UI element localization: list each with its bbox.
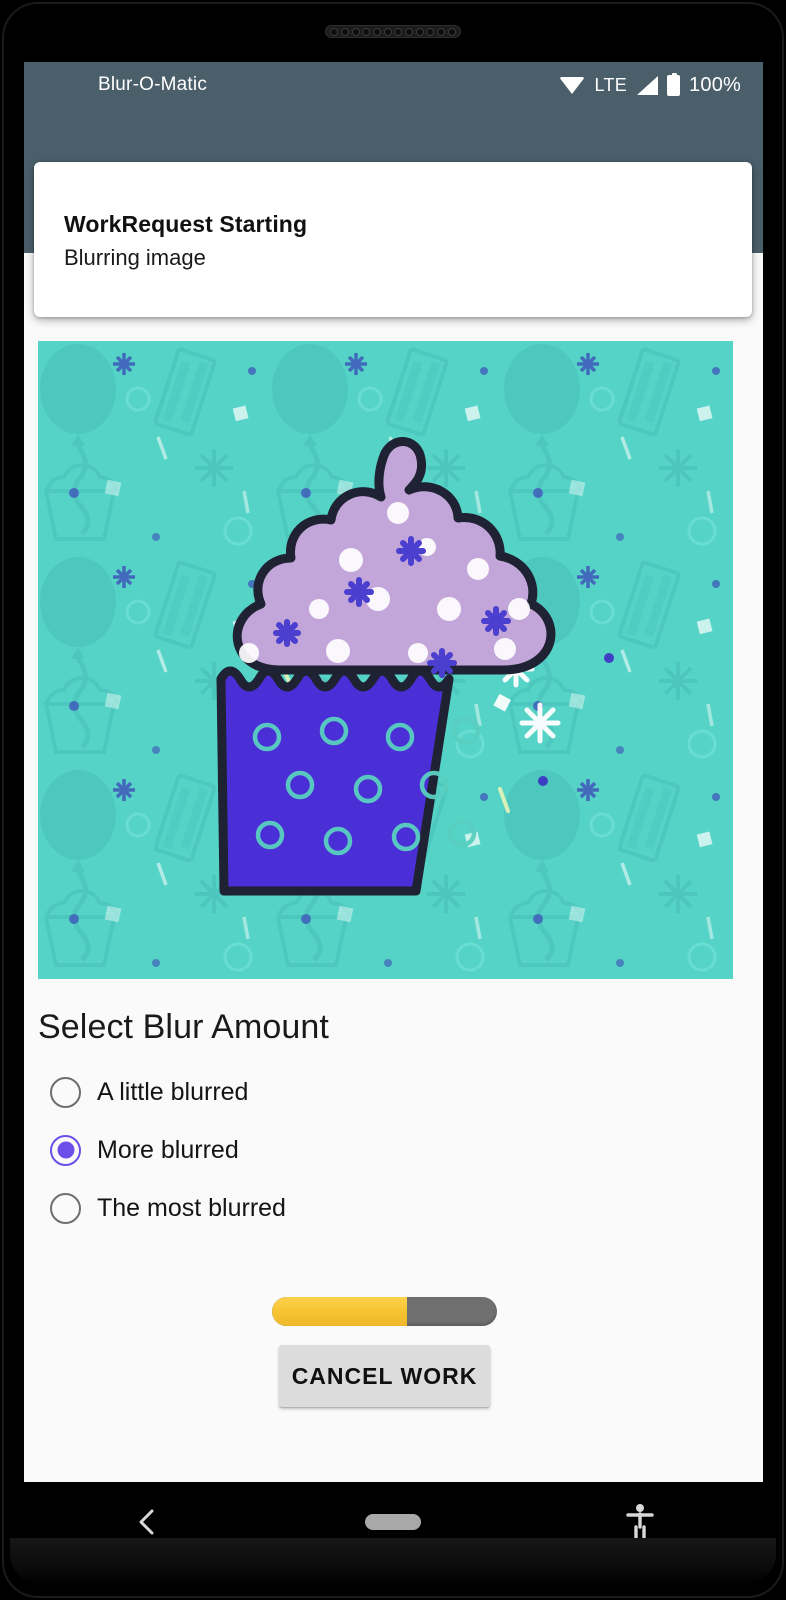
- radio-label: More blurred: [97, 1135, 239, 1164]
- phone-device-frame: Blur-O-Matic LTE 100% WorkRequest Starti…: [0, 0, 786, 1600]
- cupcake-image: [38, 341, 733, 979]
- blur-amount-section: Select Blur Amount A little blurred More…: [24, 1008, 763, 1237]
- wifi-icon: [559, 76, 586, 95]
- phone-screen: Blur-O-Matic LTE 100% WorkRequest Starti…: [24, 62, 763, 1482]
- blur-amount-heading: Select Blur Amount: [38, 1008, 329, 1046]
- app-content: WorkRequest Starting Blurring image Sele…: [24, 108, 763, 1482]
- notification-card[interactable]: WorkRequest Starting Blurring image: [34, 162, 752, 317]
- notification-body: Blurring image: [64, 245, 206, 271]
- device-chin: [10, 1538, 776, 1584]
- home-pill-icon: [365, 1514, 422, 1530]
- battery-full-icon: [667, 72, 681, 96]
- radio-label: The most blurred: [97, 1193, 286, 1222]
- accessibility-icon: [626, 1504, 654, 1540]
- work-progress-fill: [272, 1297, 407, 1326]
- notification-title: WorkRequest Starting: [64, 211, 308, 237]
- radio-option-the-most-blurred[interactable]: The most blurred: [38, 1179, 763, 1237]
- radio-circle-icon[interactable]: [50, 1076, 81, 1108]
- radio-option-more-blurred[interactable]: More blurred: [38, 1121, 763, 1179]
- speaker-grille: [325, 25, 461, 38]
- status-bar: Blur-O-Matic LTE 100%: [24, 62, 763, 108]
- status-bar-indicators: LTE 100%: [559, 72, 741, 97]
- signal-bars-icon: [636, 75, 659, 95]
- cupcake-illustration-svg: [38, 341, 733, 979]
- radio-circle-icon[interactable]: [50, 1192, 81, 1224]
- app-title: Blur-O-Matic: [98, 74, 208, 95]
- radio-circle-selected-icon[interactable]: [50, 1134, 81, 1166]
- radio-option-a-little-blurred[interactable]: A little blurred: [38, 1063, 763, 1121]
- radio-label: A little blurred: [97, 1077, 249, 1106]
- back-chevron-icon: [139, 1509, 154, 1535]
- cancel-work-button[interactable]: CANCEL WORK: [279, 1345, 490, 1407]
- work-progress-bar: [272, 1297, 497, 1326]
- battery-percent-label: 100%: [689, 73, 741, 96]
- network-type-label: LTE: [594, 74, 628, 95]
